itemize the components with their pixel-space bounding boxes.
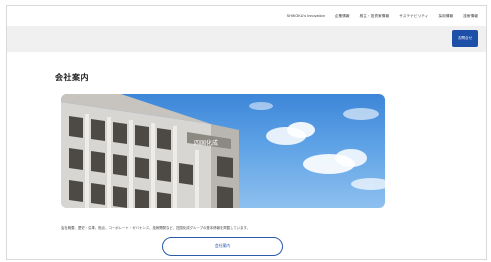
company-description: 会社概要、歴史・沿革、拠点、コーポレート・ガバナンス、技術開発など、四国化成グル… [61,226,250,230]
page-title: 会社案内 [55,73,89,82]
company-info-button[interactable]: 会社案内 [162,237,283,256]
nav-item-corporate[interactable]: 企業情報 [335,14,350,19]
building-sign-text: 四国化成 [194,139,218,147]
nav-item-sustainability[interactable]: サステナビリティ [399,14,428,19]
header-subbar [7,26,486,52]
top-navigation: SHIKOKU's Innovation 企業情報 株主・投資家情報 サステナビ… [7,6,486,26]
contact-button[interactable]: お問合せ [452,30,478,47]
building-photo: 四国化成 [61,94,385,208]
nav-item-recruit[interactable]: 採用情報 [438,14,453,19]
nav-item-investors[interactable]: 株主・投資家情報 [360,14,390,19]
hero-image: 四国化成 [61,94,385,208]
nav-item-innovation[interactable]: SHIKOKU's Innovation [287,14,325,18]
nav-item-technology[interactable]: 技術情報 [463,14,478,19]
page-frame: SHIKOKU's Innovation 企業情報 株主・投資家情報 サステナビ… [6,5,487,260]
